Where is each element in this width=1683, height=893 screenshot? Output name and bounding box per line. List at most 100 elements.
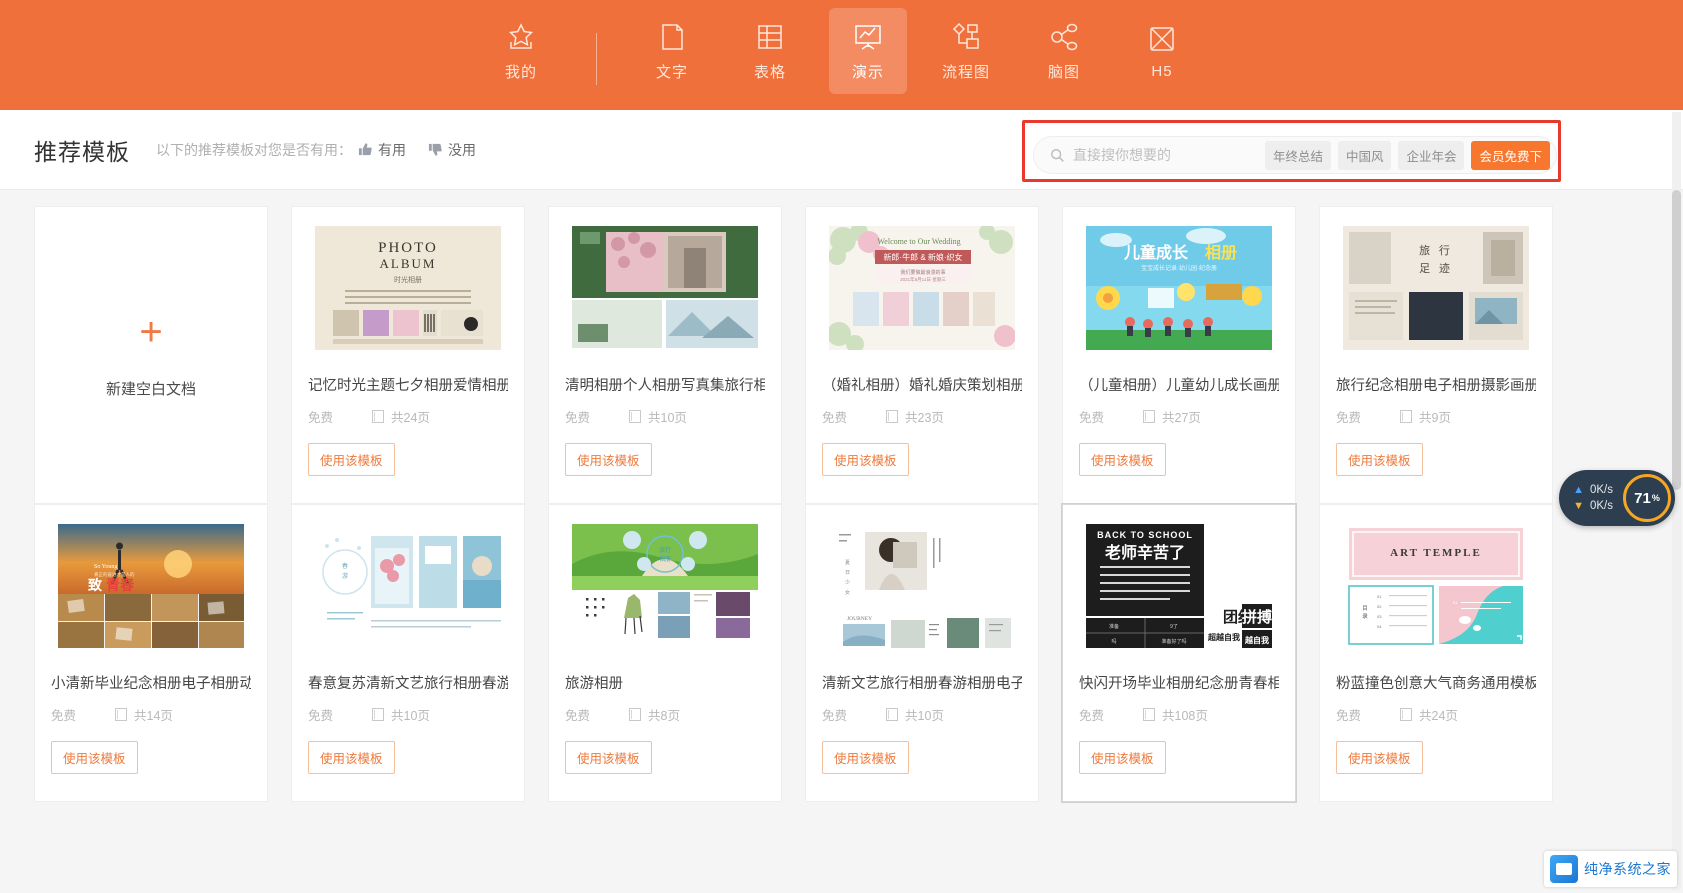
thumbnail-art-spring-travel: 春 游 (315, 524, 501, 648)
arrow-up-icon: ▲ (1573, 484, 1584, 496)
svg-text:时光相册: 时光相册 (394, 275, 422, 284)
template-meta: 免费 共108页 (1079, 705, 1279, 724)
template-meta: 免费 共24页 (308, 407, 508, 426)
feedback-not-useful-button[interactable]: 没用 (428, 140, 476, 160)
svg-text:春: 春 (342, 562, 348, 570)
table-icon (753, 20, 787, 54)
template-card[interactable]: ART TEMPLE 目 录 01 02 03 04 01 粉蓝撞色创意大气商务… (1319, 504, 1553, 802)
use-template-button[interactable]: 使用该模板 (1336, 443, 1423, 476)
nav-item-text[interactable]: 文字 (633, 8, 711, 94)
window-logo-icon (1550, 855, 1578, 883)
nav-item-mindmap[interactable]: 脑图 (1025, 8, 1103, 94)
nav-item-h5[interactable]: H5 (1123, 8, 1201, 94)
search-bar[interactable]: 年终总结 中国风 企业年会 会员免费下 (1033, 136, 1557, 174)
nav-item-my[interactable]: 我的 (482, 8, 560, 94)
template-meta: 免费 共14页 (51, 705, 251, 724)
template-price: 免费 (308, 709, 334, 723)
use-template-button[interactable]: 使用该模板 (822, 741, 909, 774)
nav-item-flowchart[interactable]: 流程图 (927, 8, 1005, 94)
use-template-button[interactable]: 使用该模板 (822, 443, 909, 476)
cpu-usage-value: 71 (1634, 489, 1651, 507)
template-meta: 免费 共9页 (1336, 407, 1536, 426)
template-price: 免费 (822, 411, 848, 425)
new-blank-document-card[interactable]: + 新建空白文档 (34, 206, 268, 504)
search-tag-member-free[interactable]: 会员免费下 (1471, 140, 1550, 170)
template-card[interactable]: BACK TO SCHOOL 老师辛苦了 准备 9了 吗 准备好了吗 团结 拼搏… (1062, 504, 1296, 802)
mindmap-icon (1047, 20, 1081, 54)
template-card[interactable]: 夏 日 少 女 JOURNEY 清新文艺旅行相册春游相册电子 免费 共10页 使… (805, 504, 1039, 802)
thumb-up-icon (358, 143, 372, 156)
feedback-useful-button[interactable]: 有用 (358, 140, 406, 160)
template-card[interactable]: So Young 真正的奋进才是人的 致 青春 小清新毕业纪念相册电子相册动 免… (34, 504, 268, 802)
plus-icon: + (139, 309, 163, 354)
nav-divider (596, 33, 597, 85)
svg-text:01: 01 (1377, 594, 1382, 599)
template-title: （婚礼相册）婚礼婚庆策划相册 (822, 378, 1022, 394)
nav-item-presentation[interactable]: 演示 (829, 8, 907, 94)
speed-rows: ▲ 0K/s ▼ 0K/s (1573, 484, 1613, 512)
template-price: 免费 (1336, 709, 1362, 723)
search-input[interactable] (1073, 147, 1265, 163)
svg-text:旅行: 旅行 (659, 546, 671, 554)
template-card[interactable]: 旅行 相册 旅游相册 免费 共8页 使用该模板 (548, 504, 782, 802)
search-tag-year-summary[interactable]: 年终总结 (1264, 140, 1331, 170)
top-navigation-bar: 我的 文字 表格 演示 流程图 脑图 H5 (0, 0, 1683, 110)
nav-item-label: 我的 (504, 64, 537, 81)
template-card[interactable]: 清明相册个人相册写真集旅行相 免费 共10页 使用该模板 (548, 206, 782, 504)
nav-item-label: H5 (1151, 63, 1173, 80)
use-template-button[interactable]: 使用该模板 (1079, 443, 1166, 476)
sub-header: 推荐模板 以下的推荐模板对您是否有用： 有用 没用 直接搜你想要的 年终总结 中… (0, 110, 1683, 190)
svg-text:JOURNEY: JOURNEY (847, 616, 872, 622)
template-grid-area: + 新建空白文档 PHOTO ALBUM 时光相册 记忆时光主题七夕相册爱情相册… (0, 190, 1683, 893)
thumbnail-art-tour-album-deer: 旅行 相册 (572, 524, 758, 648)
template-card[interactable]: 儿童成长 相册 宝宝成长记录·幼儿园·纪念册 （儿童相册）儿童幼儿成长画册 免费… (1062, 206, 1296, 504)
template-meta: 免费 共10页 (308, 705, 508, 724)
svg-text:相册: 相册 (1205, 243, 1237, 262)
use-template-button[interactable]: 使用该模板 (1079, 741, 1166, 774)
use-template-button[interactable]: 使用该模板 (565, 443, 652, 476)
svg-text:儿童成长: 儿童成长 (1123, 243, 1189, 262)
svg-text:ART TEMPLE: ART TEMPLE (1390, 547, 1482, 559)
pages-icon (372, 410, 384, 423)
template-price: 免费 (822, 709, 848, 723)
template-meta: 免费 共10页 (565, 407, 765, 426)
thumbnail-art-qingming-green (572, 226, 758, 350)
template-title: 粉蓝撞色创意大气商务通用模板 (1336, 676, 1536, 692)
svg-text:准备: 准备 (1109, 623, 1119, 630)
watermark: 纯净系统之家 (1544, 851, 1677, 887)
template-card[interactable]: 春 游 春意复苏清新文艺旅行相册春游 免费 共10页 使用该模板 (291, 504, 525, 802)
svg-text:夏: 夏 (845, 560, 850, 566)
template-card[interactable]: 旅 行 足 迹 旅行纪念相册电子相册摄影画册 免费 共9页 使用该模板 (1319, 206, 1553, 504)
svg-text:So Young: So Young (94, 564, 117, 570)
template-meta: 免费 共10页 (822, 705, 1022, 724)
template-grid: + 新建空白文档 PHOTO ALBUM 时光相册 记忆时光主题七夕相册爱情相册… (0, 190, 1683, 802)
use-template-button[interactable]: 使用该模板 (308, 741, 395, 774)
svg-text:03: 03 (1377, 614, 1382, 619)
pages-icon (886, 410, 898, 423)
network-speed-widget[interactable]: ▲ 0K/s ▼ 0K/s 71% (1559, 470, 1675, 526)
template-pages: 共108页 (1162, 709, 1208, 723)
feedback-prompt: 以下的推荐模板对您是否有用： (156, 141, 352, 158)
use-template-button-wrap: 使用该模板 (1336, 443, 1536, 476)
flowchart-icon (949, 20, 983, 54)
search-tag-annual-meeting[interactable]: 企业年会 (1398, 140, 1465, 170)
template-title: 快闪开场毕业相册纪念册青春相 (1079, 676, 1279, 692)
template-card[interactable]: Welcome to Our Wedding 新郎·牛郎 & 新娘·织女 我们要… (805, 206, 1039, 504)
template-meta: 免费 共27页 (1079, 407, 1279, 426)
svg-text:2021年8月11日·星期三: 2021年8月11日·星期三 (900, 276, 946, 283)
use-template-button[interactable]: 使用该模板 (51, 741, 138, 774)
search-tag-chinese-style[interactable]: 中国风 (1337, 140, 1392, 170)
new-blank-document-label: 新建空白文档 (105, 380, 196, 398)
use-template-button-wrap: 使用该模板 (1336, 741, 1536, 774)
cpu-usage-dial[interactable]: 71% (1623, 474, 1671, 522)
svg-text:拼搏: 拼搏 (1242, 608, 1272, 626)
use-template-button[interactable]: 使用该模板 (565, 741, 652, 774)
page-scrollbar-thumb[interactable] (1672, 190, 1681, 490)
nav-item-table[interactable]: 表格 (731, 8, 809, 94)
svg-text:02: 02 (1377, 604, 1382, 609)
pages-icon (629, 410, 641, 423)
use-template-button[interactable]: 使用该模板 (1336, 741, 1423, 774)
use-template-button[interactable]: 使用该模板 (308, 443, 395, 476)
template-price: 免费 (1079, 709, 1105, 723)
template-card[interactable]: PHOTO ALBUM 时光相册 记忆时光主题七夕相册爱情相册 免费 共24页 … (291, 206, 525, 504)
